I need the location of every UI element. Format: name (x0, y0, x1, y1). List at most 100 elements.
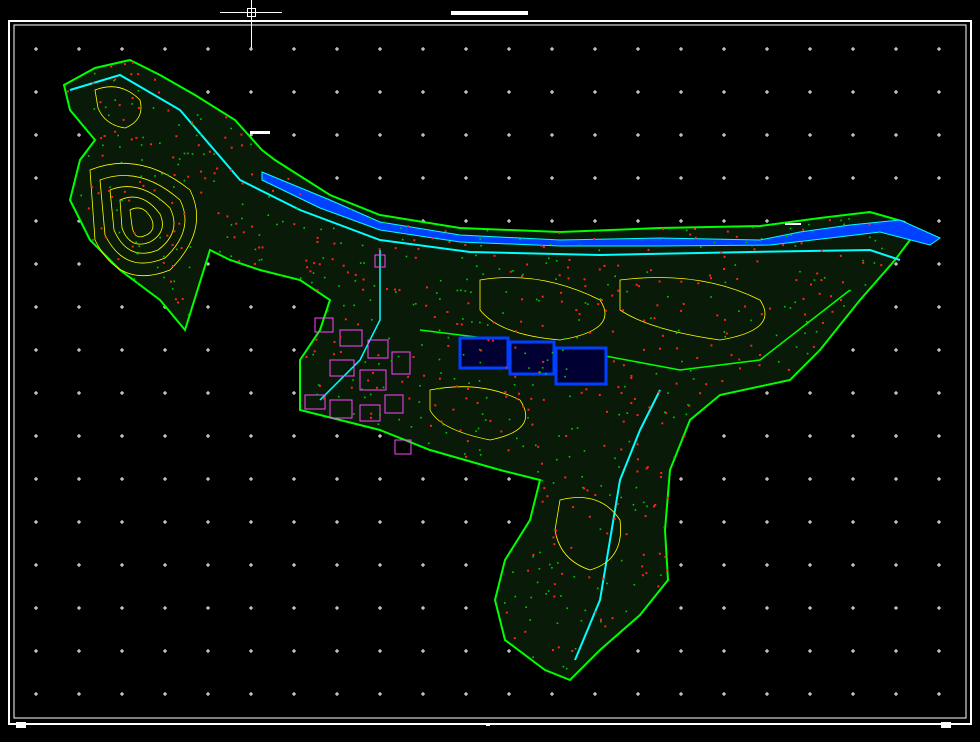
vegetation-symbol (195, 134, 198, 137)
vegetation-symbol (541, 367, 544, 369)
elevation-point (696, 357, 699, 359)
vegetation-symbol (549, 243, 552, 246)
vegetation-symbol (369, 393, 372, 396)
elevation-point (709, 274, 711, 277)
elevation-point (448, 241, 451, 243)
bottom-center-tick (486, 724, 490, 726)
vegetation-symbol (535, 444, 537, 447)
elevation-point (580, 391, 583, 394)
vegetation-symbol (260, 258, 263, 261)
vegetation-symbol (799, 270, 801, 273)
elevation-point (515, 330, 518, 333)
elevation-point (617, 264, 620, 267)
elevation-point (241, 144, 243, 147)
vegetation-symbol (471, 321, 473, 323)
elevation-point (118, 104, 121, 107)
elevation-point (620, 392, 623, 395)
elevation-point (552, 649, 554, 652)
vegetation-symbol (187, 152, 189, 155)
vegetation-symbol (152, 107, 155, 109)
vegetation-symbol (840, 219, 842, 222)
vegetation-symbol (556, 458, 558, 461)
vegetation-symbol (582, 486, 584, 489)
vegetation-symbol (794, 245, 797, 247)
vegetation-symbol (447, 336, 450, 339)
elevation-point (251, 173, 254, 176)
elevation-point (313, 262, 316, 265)
vegetation-symbol (438, 358, 441, 361)
elevation-point (682, 303, 685, 305)
elevation-point (594, 494, 597, 496)
elevation-point (509, 270, 512, 273)
vegetation-symbol (862, 259, 864, 262)
vegetation-symbol (462, 354, 465, 356)
elevation-point (667, 496, 670, 499)
elevation-point (440, 420, 443, 423)
elevation-point (542, 360, 545, 363)
elevation-point (795, 279, 798, 282)
elevation-point (132, 61, 134, 64)
vegetation-symbol (823, 277, 826, 279)
vegetation-symbol (453, 378, 456, 380)
vegetation-symbol (710, 296, 712, 298)
vegetation-symbol (354, 280, 357, 282)
title-bar-strip (451, 11, 528, 15)
vegetation-symbol (547, 590, 550, 592)
elevation-point (465, 397, 468, 400)
vegetation-symbol (92, 239, 94, 241)
elevation-point (183, 213, 186, 216)
vegetation-symbol (609, 494, 611, 496)
elevation-point (180, 247, 183, 250)
vegetation-symbol (563, 337, 566, 340)
vegetation-symbol (461, 257, 464, 259)
vegetation-symbol (562, 349, 564, 352)
vegetation-symbol (254, 248, 257, 251)
elevation-point (821, 321, 824, 324)
elevation-point (398, 289, 401, 292)
vegetation-symbol (624, 385, 626, 388)
elevation-point (173, 174, 176, 176)
elevation-point (417, 247, 420, 250)
vegetation-symbol (241, 203, 244, 206)
vegetation-symbol (203, 153, 205, 156)
elevation-point (213, 172, 216, 175)
elevation-point (597, 303, 600, 306)
cad-viewport[interactable] (0, 0, 980, 742)
vegetation-symbol (479, 361, 482, 364)
vegetation-symbol (566, 607, 568, 609)
elevation-point (588, 576, 591, 579)
elevation-point (554, 533, 557, 536)
vegetation-symbol (219, 250, 221, 253)
elevation-point (253, 262, 256, 265)
vegetation-symbol (178, 158, 181, 160)
vegetation-symbol (558, 435, 560, 437)
vegetation-symbol (873, 262, 876, 264)
elevation-point (394, 247, 397, 250)
elevation-point (522, 405, 524, 408)
vegetation-symbol (200, 118, 202, 120)
vegetation-symbol (173, 186, 175, 188)
vegetation-symbol (136, 282, 139, 284)
elevation-point (575, 309, 578, 312)
elevation-point (128, 199, 131, 202)
elevation-point (430, 424, 432, 427)
vegetation-symbol (189, 246, 192, 248)
elevation-point (287, 177, 290, 180)
vegetation-symbol (646, 505, 648, 508)
vegetation-symbol (353, 413, 355, 415)
vegetation-symbol (564, 375, 566, 378)
vegetation-symbol (598, 249, 601, 252)
vegetation-symbol (555, 278, 557, 280)
vegetation-symbol (806, 320, 808, 323)
elevation-point (200, 191, 203, 194)
elevation-point (452, 408, 455, 411)
vegetation-symbol (618, 413, 620, 416)
elevation-point (110, 65, 113, 68)
vegetation-symbol (546, 359, 549, 361)
vegetation-symbol (154, 175, 156, 177)
vegetation-symbol (724, 281, 727, 284)
vegetation-symbol (555, 260, 558, 262)
vegetation-symbol (785, 235, 788, 238)
elevation-point (412, 356, 415, 358)
vegetation-symbol (578, 319, 580, 321)
